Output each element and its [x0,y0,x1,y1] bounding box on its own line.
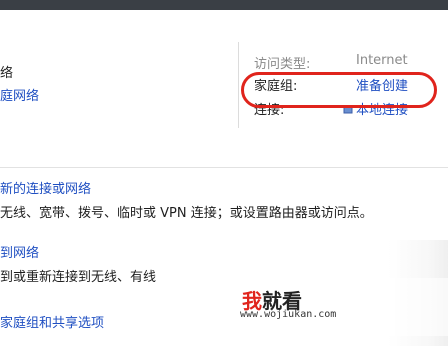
connect-to-network-desc: 到或重新连接到无线、有线 [0,270,157,285]
homegroup-highlight-annotation [241,72,437,108]
divider [238,42,239,128]
access-type-value: Internet [356,53,408,68]
access-type-label: 访问类型: [254,57,311,72]
watermark-url: www.wojiukan.com [240,309,337,320]
window-title-bar [0,0,448,10]
connect-to-network-link[interactable]: 到网络 [0,242,39,261]
setup-new-connection-desc: 无线、宽带、拨号、临时或 VPN 连接；或设置路由器或访问点。 [0,206,373,221]
homegroup-sharing-options-link[interactable]: 家庭组和共享选项 [0,312,104,331]
network-name: 络 [0,66,14,81]
network-type-link[interactable]: 庭网络 [0,85,39,104]
section-divider [0,167,448,168]
setup-new-connection-link[interactable]: 新的连接或网络 [0,178,91,197]
